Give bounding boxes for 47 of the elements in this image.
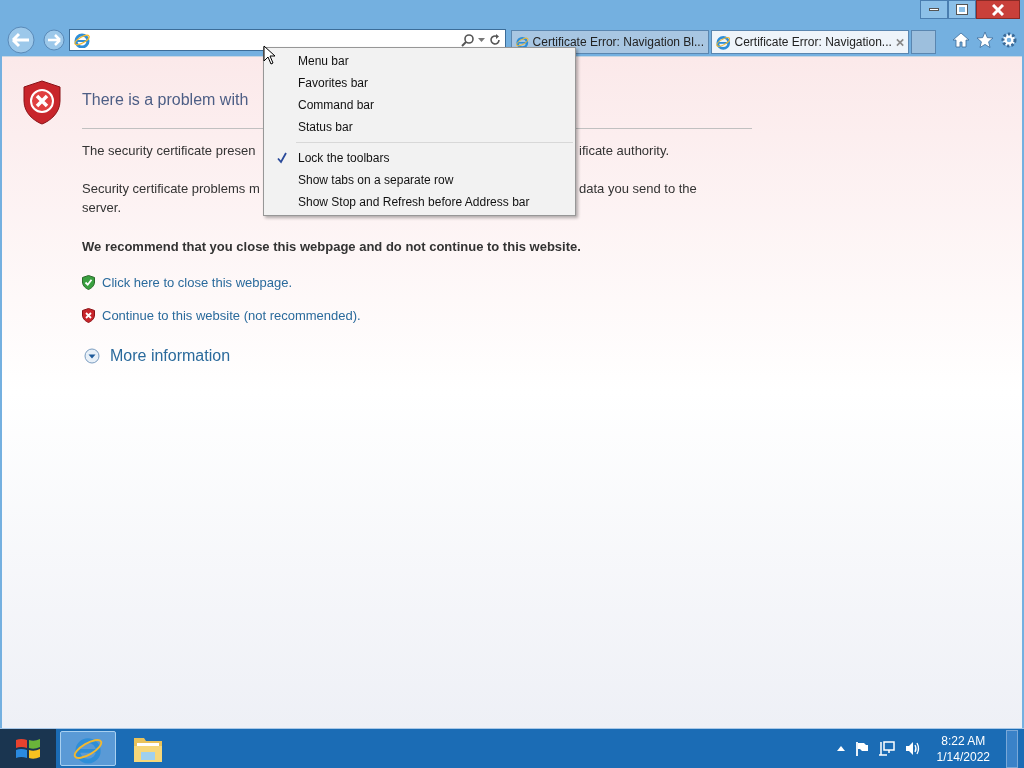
close-button[interactable] [976, 0, 1020, 19]
clock-date: 1/14/2022 [936, 748, 990, 765]
shield-check-icon [82, 274, 95, 290]
restore-button[interactable] [948, 0, 976, 19]
close-tab-icon[interactable] [895, 37, 904, 47]
browser-tab[interactable]: Certificate Error: Navigation Bl... [511, 30, 709, 54]
start-button[interactable] [0, 729, 56, 768]
tab-title: Certificate Error: Navigation... [734, 34, 892, 51]
description-text: server. [82, 199, 121, 217]
settings-icon[interactable] [1000, 31, 1018, 49]
menu-item[interactable]: Lock the toolbars [266, 147, 573, 169]
menu-item[interactable]: Show Stop and Refresh before Address bar [266, 191, 573, 213]
menu-item[interactable]: Show tabs on a separate row [266, 169, 573, 191]
mouse-cursor-icon [263, 45, 276, 65]
ie-logo-icon [516, 34, 529, 50]
close-icon [992, 3, 1004, 16]
star-icon[interactable] [976, 31, 994, 49]
browser-tab[interactable]: Certificate Error: Navigation... [711, 30, 909, 54]
search-icon [461, 33, 474, 47]
description-text: ificate authority. [579, 142, 670, 160]
recommendation-text: We recommend that you close this webpage and do not continue to this website. [82, 238, 582, 256]
dropdown-icon [478, 37, 485, 43]
expand-icon[interactable] [84, 347, 100, 364]
description-text: data you send to the [579, 180, 697, 198]
ie-logo-icon [716, 34, 731, 50]
clock[interactable]: 8:22 AM 1/14/2022 [930, 732, 996, 765]
minimize-button[interactable] [920, 0, 948, 19]
address-bar[interactable] [69, 29, 506, 51]
shield-error-icon [22, 79, 62, 125]
continue-link[interactable]: Continue to this website (not recommended). [102, 306, 361, 326]
windows-logo-icon [15, 736, 41, 761]
forward-button[interactable] [41, 26, 67, 54]
clock-time: 8:22 AM [941, 732, 986, 749]
more-information-link[interactable]: More information [110, 343, 231, 368]
menu-item[interactable]: Command bar [266, 94, 573, 116]
home-icon[interactable] [952, 31, 970, 49]
description-text: Security certificate problems m [82, 180, 260, 198]
ie-logo-icon [74, 32, 90, 48]
description-text: The security certificate presen [82, 142, 256, 160]
speaker-icon[interactable] [904, 741, 921, 756]
refresh-icon [489, 34, 501, 46]
close-page-link[interactable]: Click here to close this webpage. [102, 272, 293, 292]
flag-icon[interactable] [854, 741, 869, 756]
network-icon[interactable] [878, 741, 895, 756]
shield-error-icon [82, 308, 95, 324]
show-hidden-icons-icon[interactable] [836, 746, 845, 751]
tab-title: Certificate Error: Navigation Bl... [532, 34, 704, 51]
